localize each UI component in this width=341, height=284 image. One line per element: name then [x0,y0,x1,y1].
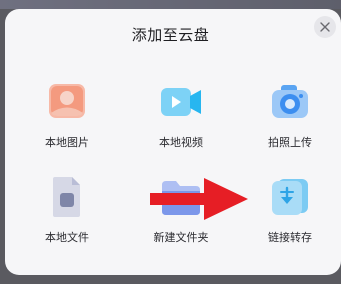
tile-camera-upload[interactable]: 拍照上传 [250,82,330,149]
link-transfer-icon [268,177,312,217]
camera-icon [268,82,312,122]
annotation-arrow [150,178,248,220]
tile-local-image[interactable]: 本地图片 [27,82,107,149]
close-icon [320,22,330,32]
file-icon [45,177,89,217]
image-icon [45,82,89,122]
backdrop-strip [0,0,341,9]
tile-local-file[interactable]: 本地文件 [27,177,107,244]
dialog-title: 添加至云盘 [131,26,210,44]
tile-label: 拍照上传 [268,136,312,149]
tile-local-video[interactable]: 本地视频 [141,82,221,149]
tile-label: 本地文件 [45,231,89,244]
close-button[interactable] [314,16,336,38]
tile-label: 本地图片 [45,136,89,149]
video-icon [159,82,203,122]
tile-label: 链接转存 [268,231,312,244]
tile-label: 本地视频 [159,136,203,149]
tile-link-transfer[interactable]: 链接转存 [250,177,330,244]
tile-label: 新建文件夹 [153,231,209,244]
